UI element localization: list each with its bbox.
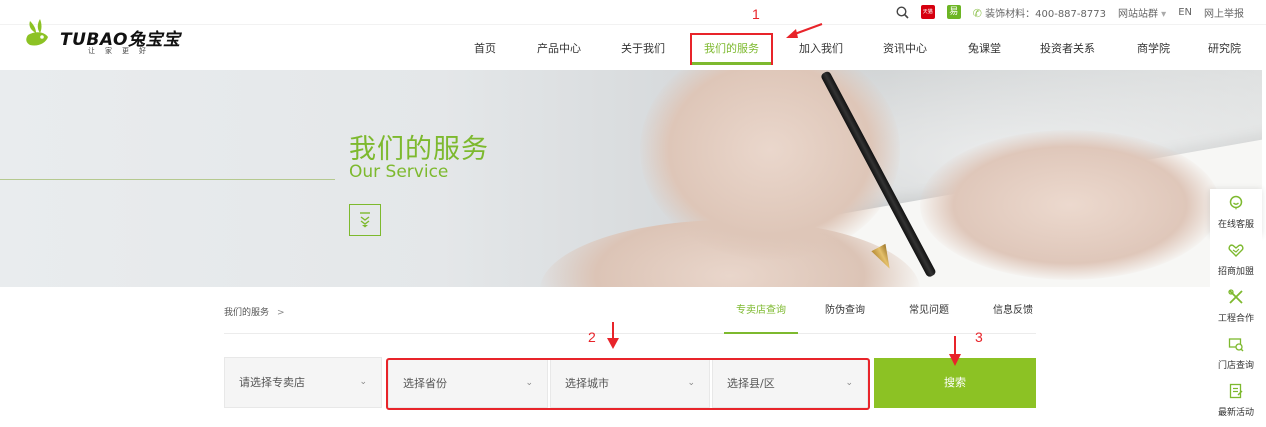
hero-hand-right — [920, 130, 1220, 280]
report-link[interactable]: 网上举报 — [1204, 5, 1244, 20]
breadcrumb-current[interactable]: 我们的服务 — [224, 308, 269, 318]
nav-item-about[interactable]: 关于我们 — [621, 35, 665, 63]
scroll-down-button[interactable] — [349, 204, 381, 236]
phone-icon: ✆ — [972, 6, 982, 20]
annotation-arrow-1 — [786, 23, 823, 38]
annotation-arrow-2 — [607, 322, 619, 349]
tab-faq[interactable]: 常见问题 — [902, 292, 956, 334]
tools-icon — [1228, 289, 1244, 308]
sidebar-item-online-service[interactable]: 在线客服 — [1210, 189, 1262, 236]
sidebar-item-franchise[interactable]: 招商加盟 — [1210, 236, 1262, 283]
annotation-number-1: 1 — [752, 6, 760, 22]
double-chevron-down-icon — [360, 212, 370, 228]
nav-item-business-school[interactable]: 商学院 — [1137, 35, 1170, 63]
chevron-down-icon: ▾ — [1161, 8, 1167, 20]
sidebar-item-store-search[interactable]: 门店查询 — [1210, 330, 1262, 377]
yi-store-icon[interactable]: 易 — [946, 5, 961, 19]
annotation-number-3: 3 — [975, 329, 983, 345]
tab-store-query[interactable]: 专卖店查询 — [724, 292, 798, 334]
nav-item-services[interactable]: 我们的服务 — [690, 33, 773, 65]
main-nav: 首页 产品中心 关于我们 我们的服务 加入我们 资讯中心 兔课堂 投资者关系 商… — [0, 25, 1266, 71]
sites-dropdown[interactable]: 网站站群 ▾ — [1118, 5, 1166, 20]
nav-item-news[interactable]: 资讯中心 — [883, 35, 927, 63]
nav-item-home[interactable]: 首页 — [474, 35, 496, 63]
nav-item-classroom[interactable]: 兔课堂 — [968, 35, 1001, 63]
hero-title: 我们的服务 — [349, 134, 489, 165]
breadcrumb: 我们的服务 > — [224, 305, 285, 318]
annotation-box-region — [386, 358, 870, 410]
sites-label: 网站站群 — [1117, 8, 1158, 20]
sidebar-label: 在线客服 — [1217, 220, 1254, 230]
search-icon[interactable] — [896, 5, 909, 19]
service-tabs: 专卖店查询 防伪查询 常见问题 信息反馈 — [724, 292, 1036, 334]
utility-bar: 天猫 易 ✆ 装饰材料：400-887-8773 网站站群 ▾ EN 网上举报 — [896, 0, 1244, 24]
sub-navigation: 我们的服务 > 专卖店查询 防伪查询 常见问题 信息反馈 — [224, 292, 1036, 334]
sidebar-item-engineering[interactable]: 工程合作 — [1210, 283, 1262, 330]
annotation-arrow-3 — [949, 336, 961, 366]
nav-item-institute[interactable]: 研究院 — [1208, 35, 1241, 63]
handshake-icon — [1228, 242, 1244, 261]
nav-item-investors[interactable]: 投资者关系 — [1040, 35, 1095, 63]
sidebar-label: 门店查询 — [1217, 361, 1254, 371]
sidebar-item-activities[interactable]: 最新活动 — [1210, 377, 1262, 424]
hero-divider — [0, 179, 335, 180]
phone-hotline: ✆ 装饰材料：400-887-8773 — [973, 5, 1106, 20]
sidebar-label: 工程合作 — [1217, 314, 1254, 324]
floating-sidebar: 在线客服 招商加盟 工程合作 门店查询 最新活动 — [1210, 189, 1262, 424]
hero-subtitle: Our Service — [349, 162, 449, 182]
hero-banner: 我们的服务 Our Service — [0, 70, 1262, 287]
store-select-value: 请选择专卖店 — [239, 376, 305, 389]
chat-icon — [1228, 195, 1244, 214]
lang-switch[interactable]: EN — [1178, 7, 1192, 18]
chevron-down-icon: ⌄ — [359, 377, 367, 387]
header: TUBAO兔宝宝 让家更好 首页 产品中心 关于我们 我们的服务 加入我们 资讯… — [0, 19, 1266, 71]
store-select[interactable]: 请选择专卖店 ⌄ — [224, 357, 382, 408]
tab-feedback[interactable]: 信息反馈 — [990, 292, 1036, 334]
breadcrumb-separator: > — [277, 308, 285, 318]
sidebar-label: 最新活动 — [1217, 408, 1254, 418]
activity-icon — [1228, 383, 1244, 402]
annotation-number-2: 2 — [588, 329, 596, 345]
tmall-icon[interactable]: 天猫 — [920, 5, 935, 19]
nav-item-products[interactable]: 产品中心 — [537, 35, 581, 63]
sidebar-label: 招商加盟 — [1217, 267, 1254, 277]
tab-anti-counterfeit[interactable]: 防伪查询 — [818, 292, 872, 334]
phone-label: 装饰材料：400-887-8773 — [985, 8, 1106, 20]
store-search-icon — [1228, 336, 1244, 355]
page: 天猫 易 ✆ 装饰材料：400-887-8773 网站站群 ▾ EN 网上举报 … — [0, 0, 1266, 427]
